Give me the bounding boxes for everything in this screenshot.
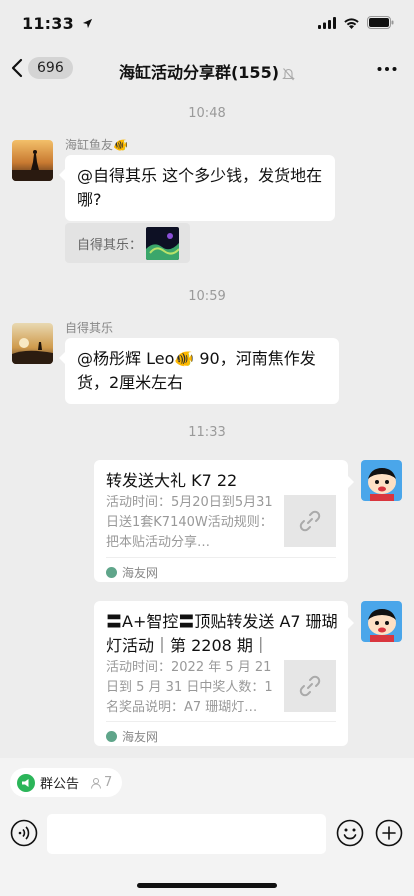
message-timestamp: 11:33 xyxy=(188,425,226,440)
link-card-divider xyxy=(106,721,336,722)
navigation-bar: 696 海缸活动分享群(155) xyxy=(0,48,414,92)
link-card-title: 转发送大礼 K7 22 xyxy=(106,471,238,490)
battery-icon xyxy=(367,16,394,29)
more-button[interactable] xyxy=(376,58,398,84)
sender-avatar[interactable] xyxy=(12,323,53,364)
quoted-message[interactable]: 自得其乐： xyxy=(65,223,190,263)
message-text-input[interactable] xyxy=(47,814,326,854)
link-card-thumbnail xyxy=(284,495,336,547)
message-timestamp: 10:48 xyxy=(188,106,226,121)
group-notice-label: 群公告 xyxy=(40,777,80,792)
plus-icon xyxy=(375,819,403,847)
message-input-bar xyxy=(0,806,414,896)
more-functions-button[interactable] xyxy=(375,819,403,851)
quote-label: 自得其乐： xyxy=(77,237,143,253)
announcement-icon xyxy=(17,773,35,792)
link-icon xyxy=(299,675,321,697)
sender-name: 海缸鱼友🐠 xyxy=(65,138,128,152)
source-logo-icon xyxy=(106,731,117,742)
emoji-icon xyxy=(336,819,364,847)
more-icon xyxy=(377,67,397,71)
message-bubble[interactable]: @自得其乐 这个多少钱，发货地在哪? xyxy=(59,155,335,221)
emoji-button[interactable] xyxy=(336,819,364,851)
link-card[interactable]: 转发送大礼 K7 22 活动时间：5月20日到5月31日送1套K7140W活动规… xyxy=(94,460,354,582)
cellular-signal-icon xyxy=(318,16,336,29)
chat-messages[interactable]: 10:48 海缸鱼友🐠 @自得其乐 这个多少钱，发货地在哪? 自得其乐： 10:… xyxy=(0,92,414,758)
message-bubble[interactable]: @杨彤辉 Leo🐠 90，河南焦作发货，2厘米左右 xyxy=(59,338,339,404)
link-card-source: 海友网 xyxy=(106,728,158,745)
link-card-source: 海友网 xyxy=(106,564,158,581)
source-logo-icon xyxy=(106,567,117,578)
link-icon xyxy=(299,510,321,532)
link-card-description: 活动时间：2022 年 5 月 21 日到 5 月 31 日中奖人数：1 名奖品… xyxy=(106,660,273,715)
link-card[interactable]: 〓A+智控〓顶贴转发送 A7 珊瑚灯活动｜第 2208 期｜ 活动时间：2022… xyxy=(94,601,354,746)
notice-count: 7 xyxy=(90,775,112,790)
my-avatar[interactable] xyxy=(361,601,402,642)
link-card-title: 〓A+智控〓顶贴转发送 A7 珊瑚灯活动｜第 2208 期｜ xyxy=(106,612,338,655)
group-notice-bar: 群公告 7 xyxy=(0,758,414,806)
sender-avatar[interactable] xyxy=(12,140,53,181)
voice-icon xyxy=(10,819,38,847)
cartoon-avatar-image xyxy=(361,460,402,501)
mute-bell-icon xyxy=(282,67,295,80)
status-bar: 11:33 xyxy=(0,0,414,48)
chat-title[interactable]: 海缸活动分享群(155) xyxy=(0,59,414,83)
my-avatar[interactable] xyxy=(361,460,402,501)
sender-name: 自得其乐 xyxy=(65,321,114,335)
person-icon xyxy=(91,777,102,789)
voice-input-button[interactable] xyxy=(10,819,38,851)
avatar-sunset-image xyxy=(12,323,53,364)
location-arrow-icon xyxy=(82,18,92,29)
link-card-description: 活动时间：5月20日到5月31日送1套K7140W活动规则：把本贴活动分享… xyxy=(106,495,273,550)
status-icons xyxy=(318,16,394,29)
wifi-icon xyxy=(344,17,359,29)
home-indicator xyxy=(137,883,277,888)
link-card-thumbnail xyxy=(284,660,336,712)
link-card-divider xyxy=(106,557,336,558)
group-notice-button[interactable]: 群公告 7 xyxy=(10,768,123,797)
message-timestamp: 10:59 xyxy=(188,289,226,304)
avatar-silhouette-image xyxy=(12,140,53,181)
quoted-image-thumbnail[interactable] xyxy=(146,226,180,260)
cartoon-avatar-image xyxy=(361,601,402,642)
status-time: 11:33 xyxy=(22,14,93,33)
